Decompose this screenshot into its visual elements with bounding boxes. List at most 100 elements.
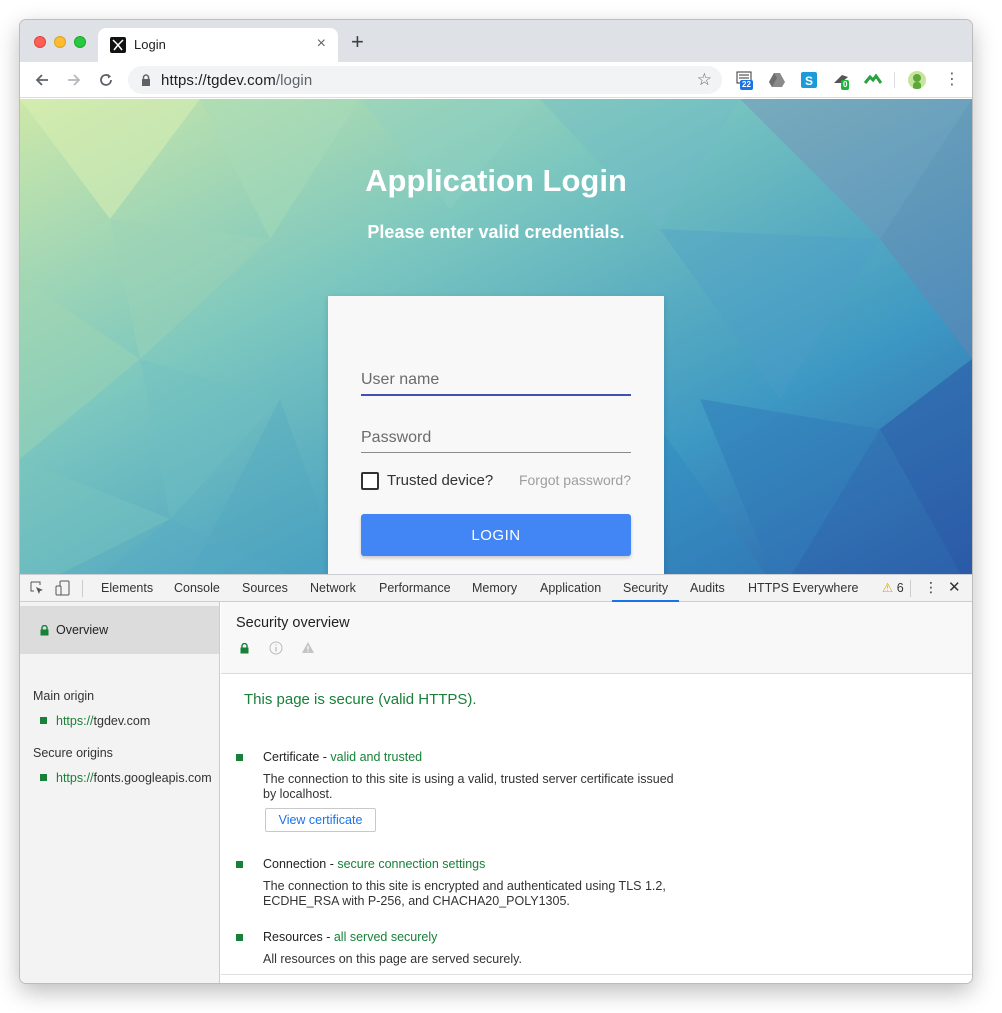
tab-close-icon[interactable]: × bbox=[317, 35, 326, 53]
connection-settings-link[interactable]: secure connection settings bbox=[337, 857, 485, 871]
connection-description: The connection to this site is encrypted… bbox=[263, 879, 666, 908]
devtools-tabbar: Elements Console Sources Network Perform… bbox=[20, 574, 972, 602]
item-separator: - bbox=[322, 930, 334, 944]
overview-header: Security overview bbox=[221, 602, 972, 674]
tab-title: Login bbox=[134, 37, 166, 52]
url-host: https://tgdev.com bbox=[161, 72, 276, 89]
address-bar[interactable]: https://tgdev.com/login ☆ bbox=[128, 66, 722, 94]
resources-status-link[interactable]: all served securely bbox=[334, 930, 438, 944]
certificate-heading: Certificate - valid and trusted bbox=[263, 750, 422, 764]
tab-console[interactable]: Console bbox=[174, 575, 220, 602]
devtools-close-icon[interactable]: ✕ bbox=[948, 578, 961, 596]
reload-icon[interactable] bbox=[96, 70, 116, 90]
warning-icon: ⚠ bbox=[882, 581, 894, 595]
panel-divider bbox=[221, 974, 972, 975]
warning-icon bbox=[302, 642, 314, 653]
s-extension-icon[interactable]: S bbox=[800, 71, 818, 89]
tab-network[interactable]: Network bbox=[310, 575, 356, 602]
resources-description: All resources on this page are served se… bbox=[263, 952, 522, 966]
svg-text:S: S bbox=[805, 74, 813, 88]
extension-green-icon[interactable] bbox=[863, 71, 883, 89]
main-origin-heading: Main origin bbox=[33, 689, 95, 703]
origin-host: fonts.googleapis.com bbox=[93, 771, 212, 785]
origin-host: tgdev.com bbox=[93, 714, 151, 728]
secure-square-icon bbox=[40, 774, 47, 781]
extension-bird-icon[interactable]: 0 bbox=[832, 71, 850, 90]
device-toggle-icon[interactable] bbox=[55, 580, 71, 596]
secure-summary: This page is secure (valid HTTPS). bbox=[244, 691, 477, 708]
inspect-icon[interactable] bbox=[29, 580, 45, 596]
tab-audits[interactable]: Audits bbox=[690, 575, 725, 602]
tab-https-everywhere[interactable]: HTTPS Everywhere bbox=[748, 575, 858, 602]
item-label: Connection bbox=[263, 857, 327, 871]
browser-toolbar: https://tgdev.com/login ☆ 22 S 0 ⋮ bbox=[20, 62, 972, 98]
forward-arrow-icon[interactable] bbox=[64, 70, 84, 90]
tab-security[interactable]: Security bbox=[612, 575, 680, 602]
item-separator: - bbox=[326, 857, 338, 871]
devtools-menu-icon[interactable]: ⋮ bbox=[924, 579, 938, 596]
certificate-description: The connection to this site is using a v… bbox=[263, 772, 674, 801]
view-certificate-button[interactable]: View certificate bbox=[265, 808, 376, 832]
secure-square-icon bbox=[236, 754, 243, 761]
secure-square-icon bbox=[40, 717, 47, 724]
extension-calendar-icon[interactable]: 22 bbox=[736, 71, 754, 90]
forgot-password-link[interactable]: Forgot password? bbox=[519, 472, 631, 488]
secure-origins-heading: Secure origins bbox=[33, 746, 113, 760]
zoom-window-button[interactable] bbox=[74, 36, 86, 48]
item-label: Certificate bbox=[263, 750, 320, 764]
tab-strip: Login × + bbox=[20, 20, 972, 62]
minimize-window-button[interactable] bbox=[54, 36, 66, 48]
certificate-status-link[interactable]: valid and trusted bbox=[330, 750, 422, 764]
lock-icon bbox=[240, 643, 249, 654]
tab-memory[interactable]: Memory bbox=[472, 575, 517, 602]
sidebar-item-overview[interactable]: Overview bbox=[20, 606, 219, 654]
login-card: Trusted device? Forgot password? LOGIN bbox=[328, 296, 664, 594]
back-arrow-icon[interactable] bbox=[32, 70, 52, 90]
username-input[interactable] bbox=[361, 366, 631, 394]
extension-badge: 0 bbox=[841, 80, 850, 90]
connection-heading: Connection - secure connection settings bbox=[263, 857, 485, 871]
new-tab-button[interactable]: + bbox=[351, 31, 364, 53]
url-path: /login bbox=[275, 72, 313, 89]
toolbar-divider bbox=[894, 72, 895, 88]
tab-sources[interactable]: Sources bbox=[242, 575, 288, 602]
trusted-device-label[interactable]: Trusted device? bbox=[387, 472, 493, 489]
tab-elements[interactable]: Elements bbox=[101, 575, 153, 602]
drive-icon[interactable] bbox=[768, 71, 786, 89]
star-icon[interactable]: ☆ bbox=[697, 70, 712, 90]
security-sidebar: Overview Main origin https://tgdev.com S… bbox=[20, 602, 220, 983]
username-field-wrapper bbox=[361, 366, 631, 396]
page-title: Application Login bbox=[365, 163, 627, 198]
browser-tab[interactable]: Login × bbox=[98, 28, 338, 62]
password-input[interactable] bbox=[361, 424, 631, 452]
favicon-icon bbox=[110, 37, 126, 53]
warnings-counter[interactable]: ⚠ 6 bbox=[882, 580, 904, 595]
close-window-button[interactable] bbox=[34, 36, 46, 48]
browser-window: Login × + https://tgdev.com/login ☆ 22 S… bbox=[20, 20, 972, 983]
sidebar-item-main-origin[interactable]: https://tgdev.com bbox=[40, 714, 150, 728]
devtools-separator bbox=[910, 580, 911, 597]
profile-avatar[interactable] bbox=[908, 71, 926, 89]
info-icon bbox=[269, 641, 283, 655]
tab-application[interactable]: Application bbox=[540, 575, 601, 602]
lock-icon bbox=[40, 625, 49, 636]
url-text: https://tgdev.com/login bbox=[161, 72, 312, 89]
login-button[interactable]: LOGIN bbox=[361, 514, 631, 556]
resources-heading: Resources - all served securely bbox=[263, 930, 437, 944]
origin-scheme: https:// bbox=[56, 714, 94, 728]
lock-icon bbox=[142, 74, 150, 86]
origin-scheme: https:// bbox=[56, 771, 94, 785]
password-field-wrapper bbox=[361, 423, 631, 453]
page-viewport: Application Login Please enter valid cre… bbox=[20, 99, 972, 594]
security-overview-panel: Security overview This page is secure (v… bbox=[221, 602, 972, 983]
overview-title: Security overview bbox=[236, 615, 350, 631]
browser-menu-icon[interactable]: ⋮ bbox=[944, 71, 960, 89]
tab-performance[interactable]: Performance bbox=[379, 575, 451, 602]
trusted-device-checkbox[interactable] bbox=[361, 472, 379, 490]
secure-square-icon bbox=[236, 934, 243, 941]
extension-badge: 22 bbox=[740, 80, 753, 90]
warning-count: 6 bbox=[896, 581, 904, 595]
sidebar-item-label: Overview bbox=[56, 623, 109, 637]
sidebar-item-secure-origin[interactable]: https://fonts.googleapis.com bbox=[40, 771, 212, 785]
page-subtitle: Please enter valid credentials. bbox=[367, 222, 625, 242]
